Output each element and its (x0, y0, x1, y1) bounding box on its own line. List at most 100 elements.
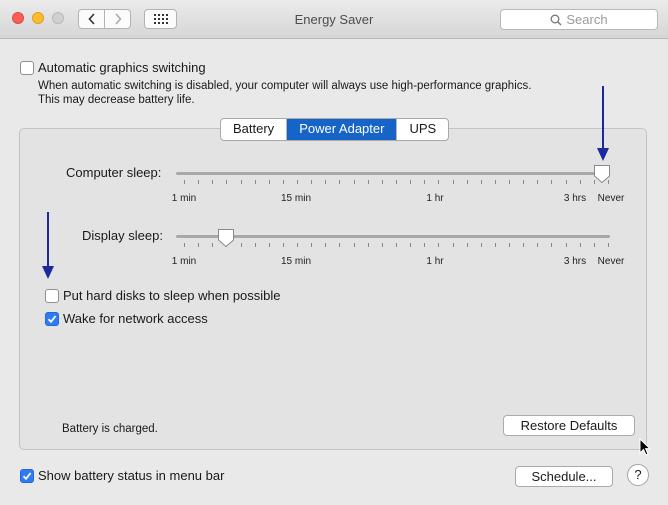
display-sleep-tick (410, 243, 412, 247)
computer-sleep-tick (438, 180, 440, 184)
computer-sleep-tick-label: Never (597, 193, 625, 204)
computer-sleep-tick-label: 1 min (171, 193, 197, 204)
display-sleep-label: Display sleep: (82, 228, 163, 243)
power-source-tabs: Battery Power Adapter UPS (220, 118, 450, 141)
display-sleep-tick (452, 243, 454, 247)
computer-sleep-tick (212, 180, 214, 184)
display-sleep-tick (254, 243, 256, 247)
display-sleep-tick (494, 243, 496, 247)
computer-sleep-tick (226, 180, 228, 184)
display-sleep-tick (523, 243, 525, 247)
computer-sleep-tick (325, 180, 327, 184)
display-sleep-tick (466, 243, 468, 247)
schedule-button[interactable]: Schedule... (515, 466, 613, 487)
annotation-arrow-down (42, 212, 54, 279)
computer-sleep-tick (198, 180, 200, 184)
display-sleep-tick-label: 3 hrs (563, 256, 587, 267)
display-sleep-tick-label: 15 min (280, 256, 312, 267)
computer-sleep-tick (551, 180, 553, 184)
automatic-graphics-checkbox[interactable] (20, 61, 34, 75)
display-sleep-tick (438, 243, 440, 247)
computer-sleep-tick-label: 1 hr (426, 193, 444, 204)
battery-status-text: Battery is charged. (62, 423, 158, 435)
automatic-graphics-label: Automatic graphics switching (38, 60, 206, 75)
display-sleep-tick (184, 243, 185, 247)
computer-sleep-tick (339, 180, 341, 184)
display-sleep-tick (297, 243, 299, 247)
search-placeholder: Search (566, 12, 608, 27)
display-sleep-tick (325, 243, 327, 247)
automatic-graphics-description-line1: When automatic switching is disabled, yo… (38, 80, 532, 92)
display-sleep-slider-thumb[interactable] (217, 228, 235, 248)
computer-sleep-tick (254, 180, 256, 184)
computer-sleep-tick (367, 180, 369, 184)
display-sleep-tick (268, 243, 270, 247)
display-sleep-tick (480, 243, 482, 247)
display-sleep-slider[interactable] (176, 235, 610, 238)
checkmark-icon (47, 315, 57, 324)
display-sleep-tick (339, 243, 341, 247)
display-sleep-tick (579, 243, 581, 247)
display-sleep-tick (396, 243, 397, 247)
computer-sleep-tick (410, 180, 412, 184)
tab-power-adapter[interactable]: Power Adapter (287, 119, 398, 140)
display-sleep-tick (282, 243, 284, 247)
computer-sleep-tick-label: 15 min (280, 193, 312, 204)
display-sleep-tick (240, 243, 242, 247)
show-battery-status-label: Show battery status in menu bar (38, 468, 225, 483)
computer-sleep-tick (297, 180, 299, 184)
computer-sleep-tick (565, 180, 567, 184)
computer-sleep-tick (466, 180, 468, 184)
display-sleep-tick (565, 243, 567, 247)
computer-sleep-tick (240, 180, 242, 184)
display-sleep-tick (381, 243, 383, 247)
computer-sleep-tick (184, 180, 185, 184)
display-sleep-tick (593, 243, 595, 247)
display-sleep-tick-label: 1 min (171, 256, 197, 267)
computer-sleep-tick (579, 180, 581, 184)
restore-defaults-button[interactable]: Restore Defaults (503, 415, 635, 436)
checkmark-icon (22, 472, 32, 481)
computer-sleep-slider[interactable] (176, 172, 610, 175)
display-sleep-tick (311, 243, 313, 247)
annotation-arrow-down (597, 86, 609, 161)
hard-disks-checkbox[interactable] (45, 289, 59, 303)
display-sleep-tick (212, 243, 214, 247)
computer-sleep-tick (353, 180, 355, 184)
display-sleep-tick-label: Never (597, 256, 625, 267)
computer-sleep-tick (509, 180, 511, 184)
computer-sleep-tick (494, 180, 496, 184)
automatic-graphics-description-line2: This may decrease battery life. (38, 94, 195, 106)
hard-disks-label: Put hard disks to sleep when possible (63, 288, 281, 303)
display-sleep-tick-label: 1 hr (426, 256, 444, 267)
wake-network-checkbox[interactable] (45, 312, 59, 326)
display-sleep-tick (551, 243, 553, 247)
title-bar: Energy Saver Search (0, 0, 668, 39)
help-button[interactable]: ? (627, 464, 649, 486)
computer-sleep-tick-label: 3 hrs (563, 193, 587, 204)
computer-sleep-tick (381, 180, 383, 184)
display-sleep-tick (198, 243, 200, 247)
computer-sleep-tick (268, 180, 270, 184)
computer-sleep-tick (396, 180, 397, 184)
search-field[interactable]: Search (500, 9, 658, 30)
display-sleep-tick (424, 243, 426, 247)
computer-sleep-tick (480, 180, 482, 184)
computer-sleep-label: Computer sleep: (66, 165, 162, 180)
computer-sleep-tick (537, 180, 539, 184)
computer-sleep-tick (311, 180, 313, 184)
display-sleep-tick (367, 243, 369, 247)
computer-sleep-tick (452, 180, 454, 184)
computer-sleep-tick (424, 180, 426, 184)
tab-ups[interactable]: UPS (397, 119, 448, 140)
tab-battery[interactable]: Battery (221, 119, 288, 140)
display-sleep-tick (537, 243, 539, 247)
search-icon (550, 14, 562, 25)
display-sleep-tick (608, 243, 609, 247)
wake-network-label: Wake for network access (63, 311, 208, 326)
display-sleep-tick (509, 243, 511, 247)
show-battery-status-checkbox[interactable] (20, 469, 34, 483)
computer-sleep-slider-thumb[interactable] (593, 164, 611, 184)
computer-sleep-tick (282, 180, 284, 184)
computer-sleep-tick (523, 180, 525, 184)
